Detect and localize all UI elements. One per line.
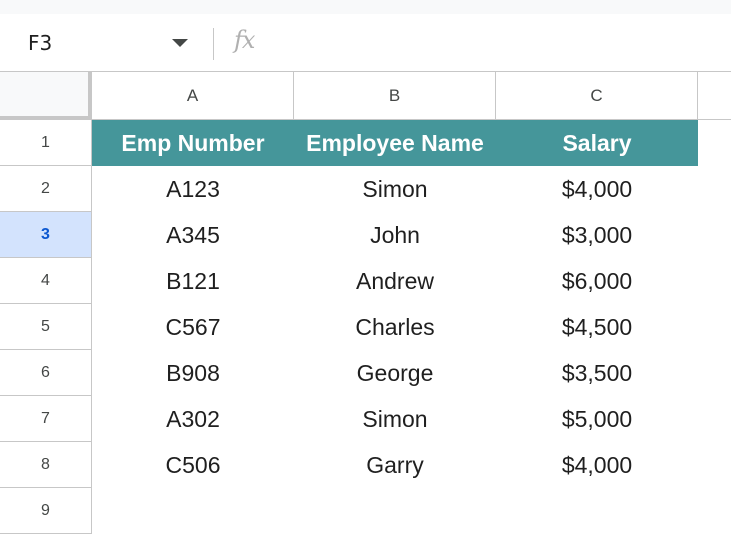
cell-c6[interactable]: $3,500 (496, 350, 698, 396)
row-header-8[interactable]: 8 (0, 442, 92, 488)
spreadsheet-grid: A B C 1 2 3 4 5 6 7 8 9 Emp Number Emplo… (0, 72, 731, 541)
cell-b1[interactable]: Employee Name (294, 120, 496, 166)
cell-a1[interactable]: Emp Number (92, 120, 294, 166)
cell-b5[interactable]: Charles (294, 304, 496, 350)
cell-a8[interactable]: C506 (92, 442, 294, 488)
cell-b4[interactable]: Andrew (294, 258, 496, 304)
cell-c3[interactable]: $3,000 (496, 212, 698, 258)
cell-a5[interactable]: C567 (92, 304, 294, 350)
cell-c4[interactable]: $6,000 (496, 258, 698, 304)
cell-b8[interactable]: Garry (294, 442, 496, 488)
row-header-4[interactable]: 4 (0, 258, 92, 304)
cell-b2[interactable]: Simon (294, 166, 496, 212)
chevron-down-icon[interactable] (172, 39, 188, 47)
top-strip (0, 0, 731, 14)
cell-c2[interactable]: $4,000 (496, 166, 698, 212)
name-box-value: F3 (28, 31, 53, 55)
select-all-corner[interactable] (0, 72, 92, 120)
column-header-d[interactable] (698, 72, 731, 120)
column-header-a[interactable]: A (92, 72, 294, 120)
cell-b7[interactable]: Simon (294, 396, 496, 442)
row-header-3[interactable]: 3 (0, 212, 92, 258)
cell-a4[interactable]: B121 (92, 258, 294, 304)
cell-c8[interactable]: $4,000 (496, 442, 698, 488)
column-header-c[interactable]: C (496, 72, 698, 120)
cell-b3[interactable]: John (294, 212, 496, 258)
row-header-6[interactable]: 6 (0, 350, 92, 396)
cell-a6[interactable]: B908 (92, 350, 294, 396)
cell-b6[interactable]: George (294, 350, 496, 396)
fx-icon: fx (234, 26, 255, 54)
row-header-9[interactable]: 9 (0, 488, 92, 534)
row-header-2[interactable]: 2 (0, 166, 92, 212)
formula-input[interactable] (280, 24, 720, 62)
row-header-1[interactable]: 1 (0, 120, 92, 166)
formula-bar: F3 fx (0, 14, 731, 72)
cell-c5[interactable]: $4,500 (496, 304, 698, 350)
cell-a3[interactable]: A345 (92, 212, 294, 258)
name-box[interactable]: F3 (0, 14, 200, 72)
formula-bar-divider (213, 28, 214, 60)
cell-c1[interactable]: Salary (496, 120, 698, 166)
row-header-5[interactable]: 5 (0, 304, 92, 350)
cell-a2[interactable]: A123 (92, 166, 294, 212)
cell-c7[interactable]: $5,000 (496, 396, 698, 442)
column-header-b[interactable]: B (294, 72, 496, 120)
cell-a7[interactable]: A302 (92, 396, 294, 442)
row-header-7[interactable]: 7 (0, 396, 92, 442)
